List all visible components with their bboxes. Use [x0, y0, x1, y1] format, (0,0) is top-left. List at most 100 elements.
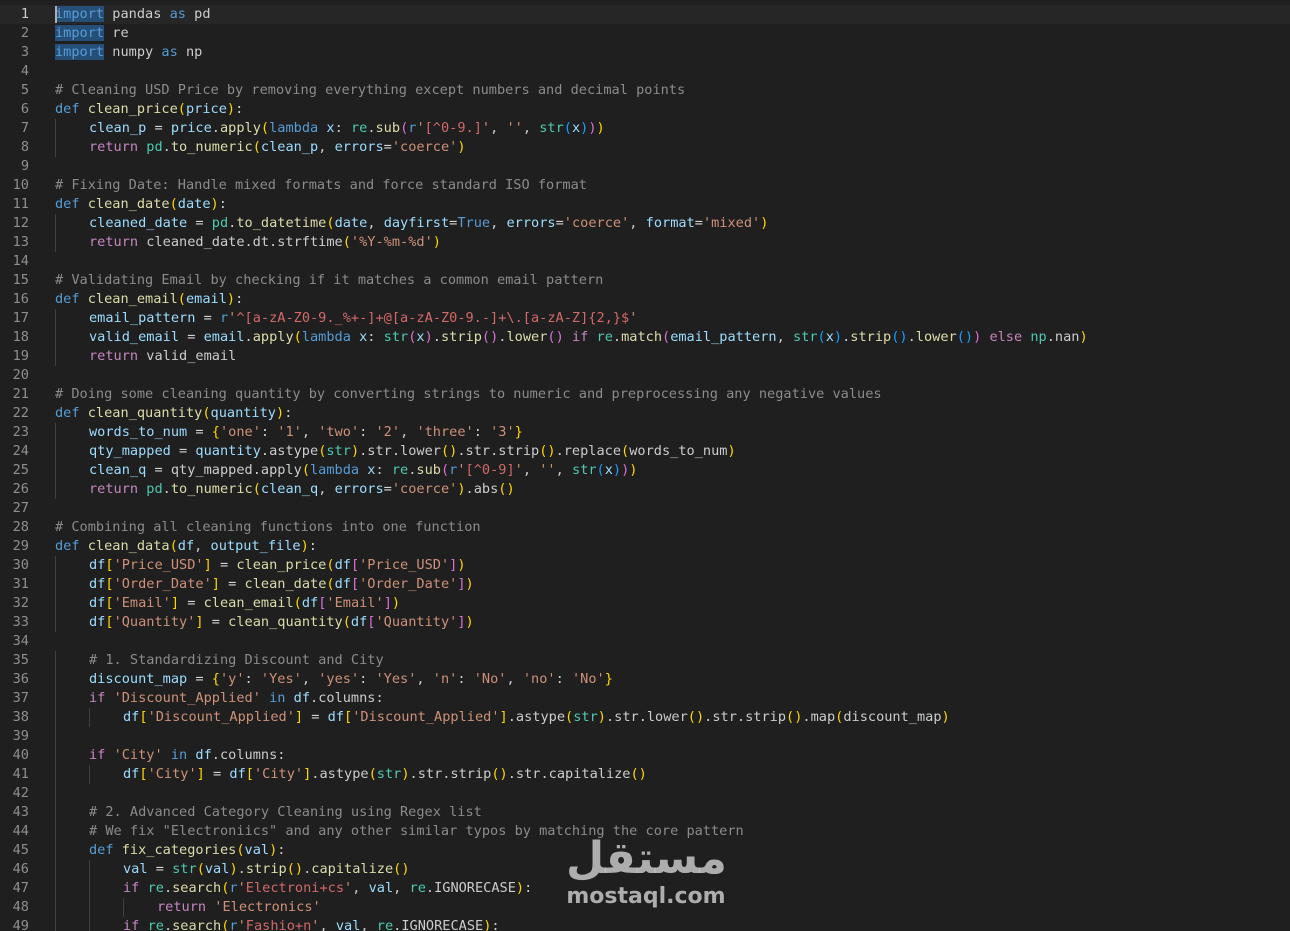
code-line[interactable]: 16 def clean_email(email):: [0, 290, 1290, 309]
code-token: ): [226, 101, 236, 117]
code-token: ]: [294, 709, 304, 725]
code-token: =: [195, 310, 220, 326]
line-number: 8: [20, 139, 29, 155]
code-token: [^0-9]: [465, 462, 515, 478]
code-line[interactable]: 15 # Validating Email by checking if it m…: [0, 271, 1290, 290]
indent-guide: [55, 594, 56, 613]
code-line[interactable]: 32 df['Email'] = clean_email(df['Email']): [0, 594, 1290, 613]
code-line[interactable]: 24 qty_mapped = quantity.astype(str).str.…: [0, 442, 1290, 461]
code-token: [: [350, 557, 360, 573]
code-line[interactable]: 35 # 1. Standardizing Discount and City: [0, 651, 1290, 670]
code-token: clean_email: [87, 291, 178, 307]
code-line[interactable]: 41 df['City'] = df['City'].astype(str).st…: [0, 765, 1290, 784]
code-token: output_file: [210, 538, 301, 554]
code-line[interactable]: 18 valid_email = email.apply(lambda x: st…: [0, 328, 1290, 347]
code-line[interactable]: 47 if re.search(r'Electroni+cs', val, re.…: [0, 879, 1290, 898]
code-token: ,: [301, 671, 319, 687]
code-line[interactable]: 23 words_to_num = {'one': '1', 'two': '2'…: [0, 423, 1290, 442]
code-line[interactable]: 22 def clean_quantity(quantity):: [0, 404, 1290, 423]
code-line[interactable]: 49 if re.search(r'Fashio+n', val, re.IGNO…: [0, 917, 1290, 931]
code-line[interactable]: 29 def clean_data(df, output_file):: [0, 537, 1290, 556]
code-line[interactable]: 25 clean_q = qty_mapped.apply(lambda x: r…: [0, 461, 1290, 480]
code-line[interactable]: 3 import numpy as np: [0, 43, 1290, 62]
code-token: 'City': [113, 747, 163, 763]
indent-guide: [55, 613, 56, 632]
code-token: =: [383, 139, 392, 155]
code-line[interactable]: 45 def fix_categories(val):: [0, 841, 1290, 860]
code-token: 'Yes': [375, 671, 417, 687]
code-token: str: [539, 120, 564, 136]
code-line[interactable]: 19 return valid_email: [0, 347, 1290, 366]
code-line[interactable]: 28 # Combining all cleaning functions int…: [0, 518, 1290, 537]
code-token: [^0-9.]: [424, 120, 482, 136]
code-line[interactable]: 17 email_pattern = r '^[a-zA-Z0-9._%+-]+@[…: [0, 309, 1290, 328]
line-number: 12: [12, 215, 29, 231]
code-line[interactable]: 6 def clean_price(price):: [0, 100, 1290, 119]
line-number: 32: [12, 595, 29, 611]
code-token: df: [334, 576, 351, 592]
code-line[interactable]: 1 import pandas as pd: [0, 5, 1290, 24]
code-line[interactable]: 11 def clean_date(date):: [0, 195, 1290, 214]
code-editor[interactable]: 1 import pandas as pd 2 import re 3 import nu…: [0, 0, 1290, 931]
code-token: 'coerce': [391, 139, 458, 155]
code-line[interactable]: 13 return cleaned_date.dt.strftime('%Y-%m…: [0, 233, 1290, 252]
code-token: 'n': [432, 671, 458, 687]
code-token: # We fix "Electroniics" and any other si…: [89, 823, 744, 839]
code-token: (: [563, 120, 572, 136]
code-line[interactable]: 33 df['Quantity'] = clean_quantity(df['Qu…: [0, 613, 1290, 632]
line-number: 14: [12, 253, 29, 269]
code-token: 'one': [219, 424, 261, 440]
code-token: (: [342, 234, 351, 250]
code-line[interactable]: 40 if 'City' in df.columns:: [0, 746, 1290, 765]
code-line[interactable]: 10 # Fixing Date: Handle mixed formats an…: [0, 176, 1290, 195]
code-line[interactable]: 48 return 'Electronics': [0, 898, 1290, 917]
code-token: val: [123, 861, 148, 877]
code-token: clean_date: [87, 196, 170, 212]
indent-guide: [55, 784, 56, 803]
code-line[interactable]: 8 return pd.to_numeric(clean_p, errors='c…: [0, 138, 1290, 157]
code-token: 'y': [219, 671, 245, 687]
code-line[interactable]: 12 cleaned_date = pd.to_datetime(date, da…: [0, 214, 1290, 233]
code-line[interactable]: 42: [0, 784, 1290, 803]
code-token: re: [104, 25, 129, 41]
code-line[interactable]: 7 clean_p = price.apply(lambda x: re.sub(…: [0, 119, 1290, 138]
code-token: ': [237, 880, 246, 896]
code-token: email_pattern: [89, 310, 196, 326]
code-line[interactable]: 27: [0, 499, 1290, 518]
code-line[interactable]: 30 df['Price_USD'] = clean_price(df['Pric…: [0, 556, 1290, 575]
line-number: 9: [20, 158, 29, 174]
code-line[interactable]: 20: [0, 366, 1290, 385]
code-line[interactable]: 5 # Cleaning USD Price by removing everyt…: [0, 81, 1290, 100]
indent-guide: [89, 765, 90, 784]
code-line[interactable]: 4: [0, 62, 1290, 81]
code-text: # Cleaning USD Price by removing everyth…: [55, 81, 685, 100]
code-text: if re.search(r'Electroni+cs', val, re.IG…: [123, 879, 532, 898]
code-line[interactable]: 36 discount_map = {'y': 'Yes', 'yes': 'Ye…: [0, 670, 1290, 689]
line-number: 19: [12, 348, 29, 364]
code-line[interactable]: 34: [0, 632, 1290, 651]
code-line[interactable]: 2 import re: [0, 24, 1290, 43]
code-line[interactable]: 37 if 'Discount_Applied' in df.columns:: [0, 689, 1290, 708]
code-line[interactable]: 44 # We fix "Electroniics" and any other …: [0, 822, 1290, 841]
code-token: :: [235, 101, 244, 117]
indent-guide: [55, 708, 56, 727]
code-line[interactable]: 46 val = str(val).strip().capitalize(): [0, 860, 1290, 879]
code-line[interactable]: 9: [0, 157, 1290, 176]
code-line[interactable]: 21 # Doing some cleaning quantity by conv…: [0, 385, 1290, 404]
code-token: return: [89, 139, 139, 155]
code-line[interactable]: 31 df['Order_Date'] = clean_date(df['Orde…: [0, 575, 1290, 594]
code-line[interactable]: 38 df['Discount_Applied'] = df['Discount_…: [0, 708, 1290, 727]
code-token: pd: [185, 6, 211, 22]
code-line[interactable]: 26 return pd.to_numeric(clean_q, errors='…: [0, 480, 1290, 499]
code-line[interactable]: 39: [0, 727, 1290, 746]
code-lines[interactable]: 1 import pandas as pd 2 import re 3 import nu…: [0, 5, 1290, 931]
code-token: to_numeric: [170, 139, 253, 155]
code-token: =: [211, 557, 237, 573]
code-line[interactable]: 43 # 2. Advanced Category Cleaning using …: [0, 803, 1290, 822]
code-line[interactable]: 14: [0, 252, 1290, 271]
code-text: import pandas as pd: [55, 5, 211, 24]
code-token: clean_price: [236, 557, 327, 573]
code-token: errors: [334, 481, 384, 497]
code-token: ): [629, 462, 638, 478]
